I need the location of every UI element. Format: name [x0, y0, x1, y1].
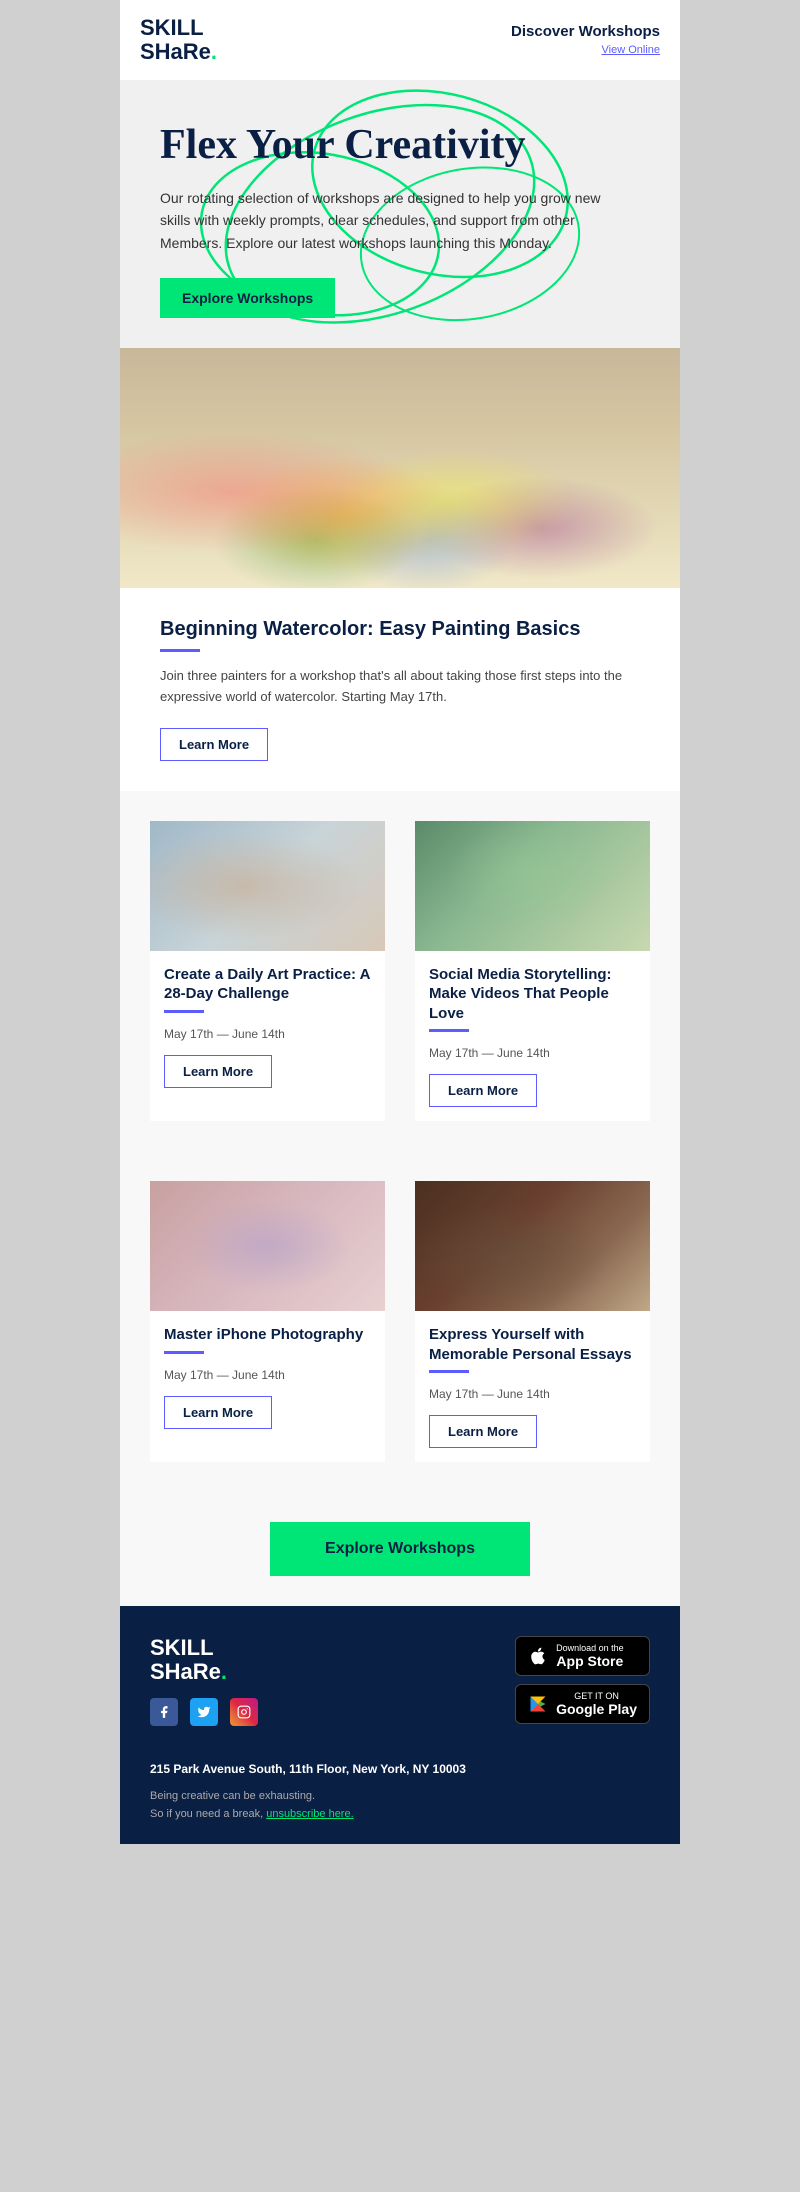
- featured-workshop-divider: [160, 649, 200, 652]
- featured-workshop-description: Join three painters for a workshop that'…: [160, 666, 640, 708]
- footer-left: SKILL SHaRe.: [150, 1636, 258, 1742]
- workshop-card-1-body: Create a Daily Art Practice: A 28-Day Ch…: [150, 951, 385, 1102]
- hero-description: Our rotating selection of workshops are …: [160, 187, 620, 254]
- workshop-card-4-cta[interactable]: Learn More: [429, 1415, 537, 1448]
- workshop-card-1-image: [150, 821, 385, 951]
- footer-bottom: 215 Park Avenue South, 11th Floor, New Y…: [150, 1762, 650, 1823]
- logo-dot: .: [211, 39, 217, 64]
- featured-workshop-title: Beginning Watercolor: Easy Painting Basi…: [160, 618, 640, 641]
- footer: SKILL SHaRe.: [120, 1606, 680, 1844]
- footer-unsub-line2: So if you need a break,: [150, 1808, 263, 1820]
- footer-unsub-line1: Being creative can be exhausting.: [150, 1790, 315, 1802]
- google-play-sub: GET IT ON: [556, 1691, 637, 1701]
- footer-logo: SKILL SHaRe.: [150, 1636, 258, 1684]
- google-play-text: GET IT ON Google Play: [556, 1691, 637, 1717]
- app-store-button[interactable]: Download on the App Store: [515, 1636, 650, 1676]
- workshop-card-4-title: Express Yourself with Memorable Personal…: [429, 1325, 636, 1364]
- footer-unsub: Being creative can be exhausting. So if …: [150, 1788, 650, 1823]
- workshop-card-2-title: Social Media Storytelling: Make Videos T…: [429, 965, 636, 1024]
- nav-right: Discover Workshops View Online: [511, 23, 660, 58]
- footer-address: 215 Park Avenue South, 11th Floor, New Y…: [150, 1762, 650, 1776]
- google-play-icon: [528, 1694, 548, 1714]
- workshop-card-2-cta[interactable]: Learn More: [429, 1074, 537, 1107]
- workshop-card-1-title: Create a Daily Art Practice: A 28-Day Ch…: [164, 965, 371, 1004]
- workshop-card-4-date: May 17th — June 14th: [429, 1387, 636, 1401]
- workshop-card-3: Master iPhone Photography May 17th — Jun…: [150, 1181, 385, 1462]
- workshop-card-3-date: May 17th — June 14th: [164, 1368, 371, 1382]
- discover-workshops-link[interactable]: Discover Workshops: [511, 23, 660, 40]
- google-play-button[interactable]: GET IT ON Google Play: [515, 1684, 650, 1724]
- workshop-card-1-divider: [164, 1010, 204, 1013]
- workshop-card-3-body: Master iPhone Photography May 17th — Jun…: [150, 1311, 385, 1443]
- workshop-card-4-divider: [429, 1370, 469, 1373]
- google-play-main: Google Play: [556, 1701, 637, 1717]
- workshops-row-2: Master iPhone Photography May 17th — Jun…: [120, 1151, 680, 1492]
- logo: SKILL SHaRe.: [140, 16, 217, 64]
- workshop-card-3-cta[interactable]: Learn More: [164, 1396, 272, 1429]
- workshops-row-1: Create a Daily Art Practice: A 28-Day Ch…: [120, 791, 680, 1152]
- cta-section: Explore Workshops: [120, 1492, 680, 1606]
- header: SKILL SHaRe. Discover Workshops View Onl…: [120, 0, 680, 80]
- workshop-card-1: Create a Daily Art Practice: A 28-Day Ch…: [150, 821, 385, 1122]
- feature-image: [120, 348, 680, 588]
- workshop-card-4-image: [415, 1181, 650, 1311]
- workshop-card-1-cta[interactable]: Learn More: [164, 1055, 272, 1088]
- workshop-card-4: Express Yourself with Memorable Personal…: [415, 1181, 650, 1462]
- hero-cta-button[interactable]: Explore Workshops: [160, 278, 335, 318]
- featured-workshop-cta[interactable]: Learn More: [160, 728, 268, 761]
- workshop-card-2-divider: [429, 1029, 469, 1032]
- view-online-link[interactable]: View Online: [602, 44, 661, 56]
- bottom-cta-button[interactable]: Explore Workshops: [270, 1522, 530, 1576]
- footer-logo-dot: .: [221, 1659, 227, 1684]
- workshop-card-2-date: May 17th — June 14th: [429, 1046, 636, 1060]
- workshop-card-2: Social Media Storytelling: Make Videos T…: [415, 821, 650, 1122]
- footer-top-row: SKILL SHaRe.: [150, 1636, 650, 1742]
- workshop-card-1-date: May 17th — June 14th: [164, 1027, 371, 1041]
- logo-line2: SHaRe: [140, 39, 211, 64]
- logo-line1: SKILL: [140, 15, 204, 40]
- apple-icon: [528, 1646, 548, 1666]
- instagram-icon[interactable]: [230, 1698, 258, 1726]
- workshop-card-4-body: Express Yourself with Memorable Personal…: [415, 1311, 650, 1462]
- workshop-card-3-image: [150, 1181, 385, 1311]
- app-store-text: Download on the App Store: [556, 1643, 624, 1669]
- footer-logo-line2: SHaRe: [150, 1659, 221, 1684]
- facebook-icon[interactable]: [150, 1698, 178, 1726]
- hero-section: Flex Your Creativity Our rotating select…: [120, 80, 680, 348]
- app-store-main: App Store: [556, 1653, 624, 1669]
- social-icons: [150, 1698, 258, 1726]
- app-store-sub: Download on the: [556, 1643, 624, 1653]
- footer-logo-line1: SKILL: [150, 1635, 214, 1660]
- unsubscribe-link[interactable]: unsubscribe here.: [266, 1808, 353, 1820]
- featured-workshop-section: Beginning Watercolor: Easy Painting Basi…: [120, 588, 680, 791]
- twitter-icon[interactable]: [190, 1698, 218, 1726]
- hero-title: Flex Your Creativity: [160, 120, 640, 170]
- workshop-card-2-body: Social Media Storytelling: Make Videos T…: [415, 951, 650, 1122]
- workshop-card-3-title: Master iPhone Photography: [164, 1325, 371, 1345]
- workshop-card-2-image: [415, 821, 650, 951]
- footer-right: Download on the App Store GET IT ON Goog…: [515, 1636, 650, 1724]
- workshop-card-3-divider: [164, 1351, 204, 1354]
